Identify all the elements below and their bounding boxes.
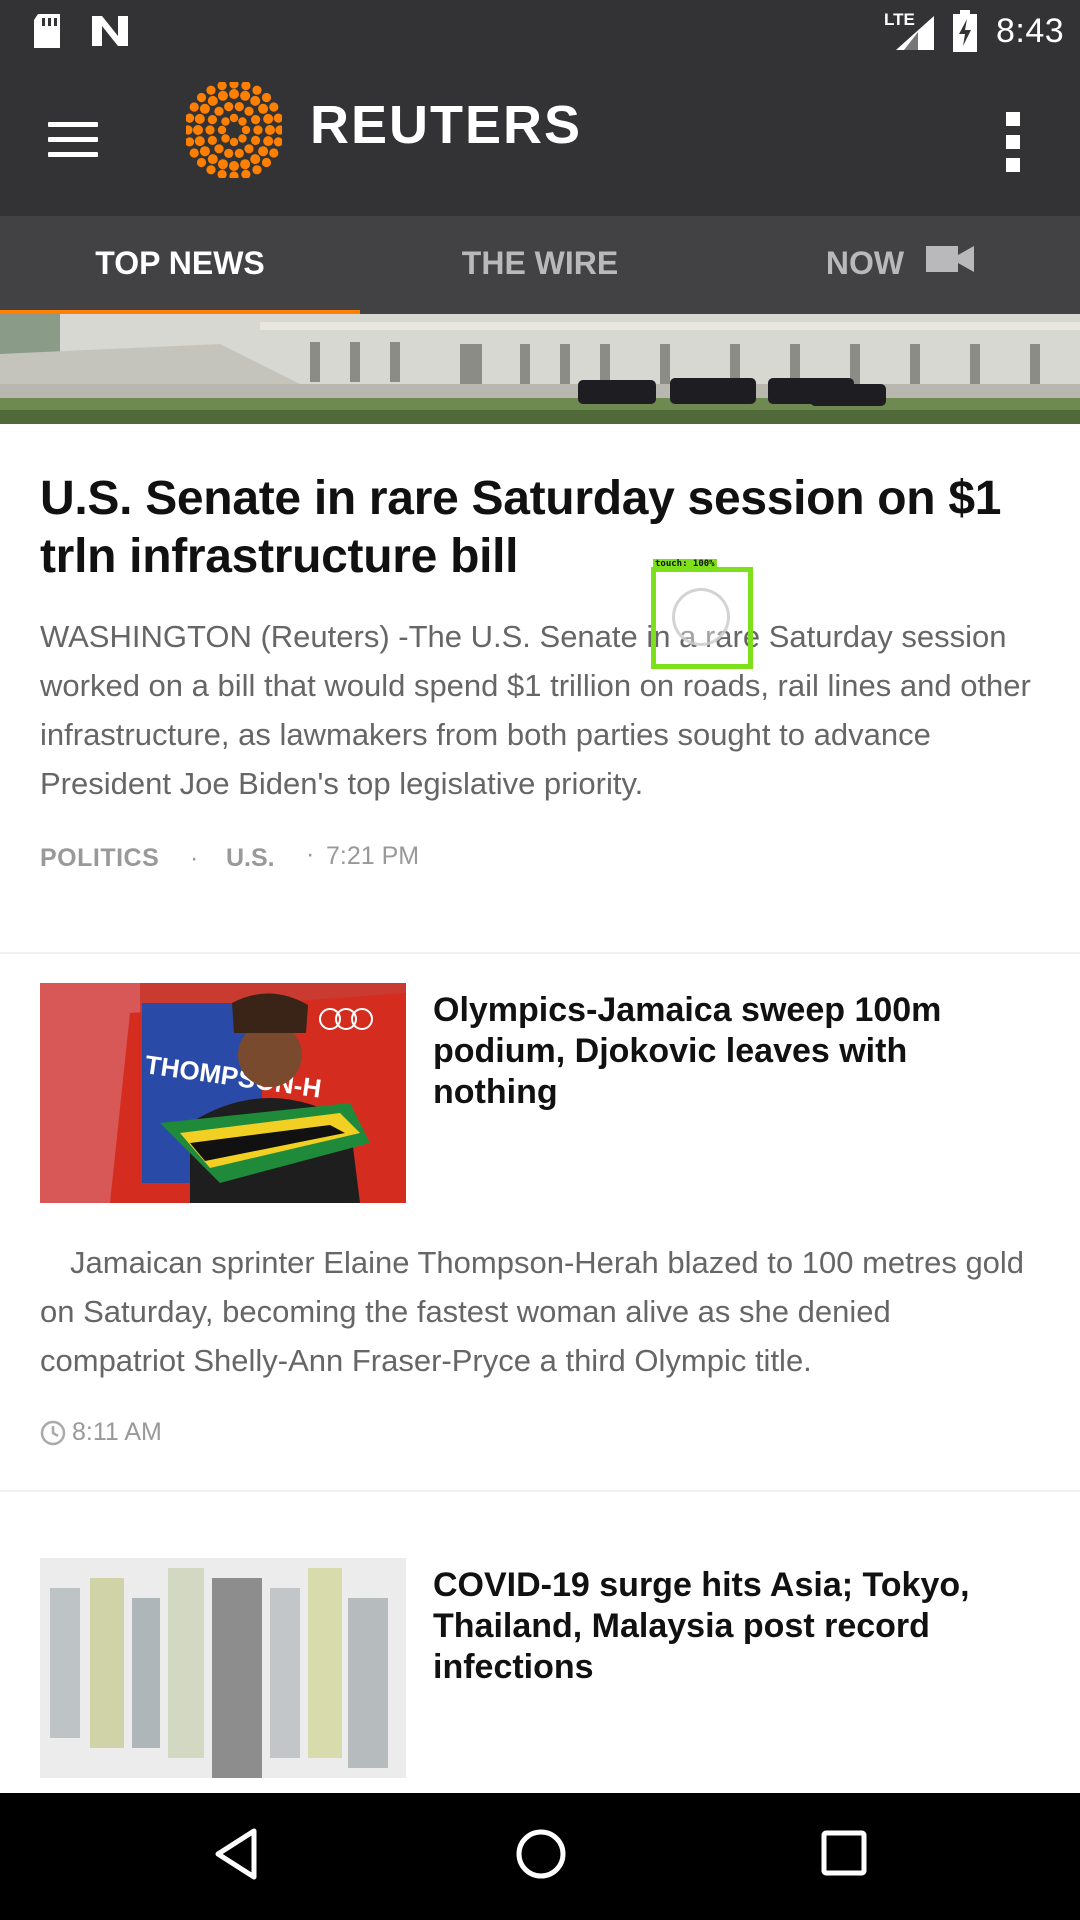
status-bar: LTE 8:43	[0, 0, 1080, 64]
system-navigation-bar	[0, 1793, 1080, 1920]
meta-separator: ·	[190, 844, 199, 872]
article-summary: Jamaican sprinter Elaine Thompson-Herah …	[40, 1245, 1025, 1378]
menu-icon[interactable]	[48, 120, 98, 160]
article-timestamp: 8:11 AM	[72, 1418, 162, 1446]
signal-icon	[890, 14, 936, 57]
divider	[0, 1490, 1080, 1492]
article-headline[interactable]: Olympics-Jamaica sweep 100m podium, Djok…	[433, 990, 1033, 1113]
article-thumbnail[interactable]: THOMPSON-H	[40, 983, 406, 1203]
tab-label: TOP NEWS	[95, 245, 265, 281]
video-camera-icon	[926, 216, 975, 310]
divider	[0, 952, 1080, 954]
meta-separator: ·	[306, 840, 315, 868]
touch-label: touch: 100%	[653, 559, 717, 569]
category-link-politics[interactable]: POLITICS	[40, 844, 159, 873]
sd-card-icon	[30, 12, 64, 55]
back-icon[interactable]	[212, 1827, 260, 1886]
n-icon	[90, 12, 130, 55]
home-icon[interactable]	[514, 1827, 568, 1886]
app-logo-text: REUTERS	[310, 95, 583, 155]
tab-label: THE WIRE	[461, 245, 619, 281]
article-timestamp: 7:21 PM	[326, 842, 420, 870]
clock-icon	[40, 1420, 66, 1451]
battery-charging-icon	[952, 10, 978, 57]
article-headline[interactable]: U.S. Senate in rare Saturday session on …	[40, 470, 1040, 586]
tab-label: NOW	[825, 245, 905, 281]
tab-now[interactable]: NOW	[720, 216, 1080, 314]
app-bar: REUTERS	[0, 64, 1080, 216]
recents-icon[interactable]	[820, 1829, 868, 1882]
tab-the-wire[interactable]: THE WIRE	[360, 216, 720, 314]
tab-bar: TOP NEWS THE WIRE NOW	[0, 216, 1080, 315]
tab-top-news[interactable]: TOP NEWS	[0, 216, 360, 314]
article-summary: WASHINGTON (Reuters) -The U.S. Senate in…	[40, 619, 1031, 801]
touch-highlight-box	[651, 567, 753, 669]
hero-image[interactable]	[0, 314, 1080, 424]
reuters-logo-icon	[183, 79, 285, 183]
category-link-us[interactable]: U.S.	[226, 844, 275, 873]
more-vert-icon[interactable]	[1000, 112, 1028, 172]
article-headline[interactable]: COVID-19 surge hits Asia; Tokyo, Thailan…	[433, 1565, 1033, 1688]
article-thumbnail[interactable]	[40, 1558, 406, 1778]
clock-time: 8:43	[996, 12, 1065, 50]
